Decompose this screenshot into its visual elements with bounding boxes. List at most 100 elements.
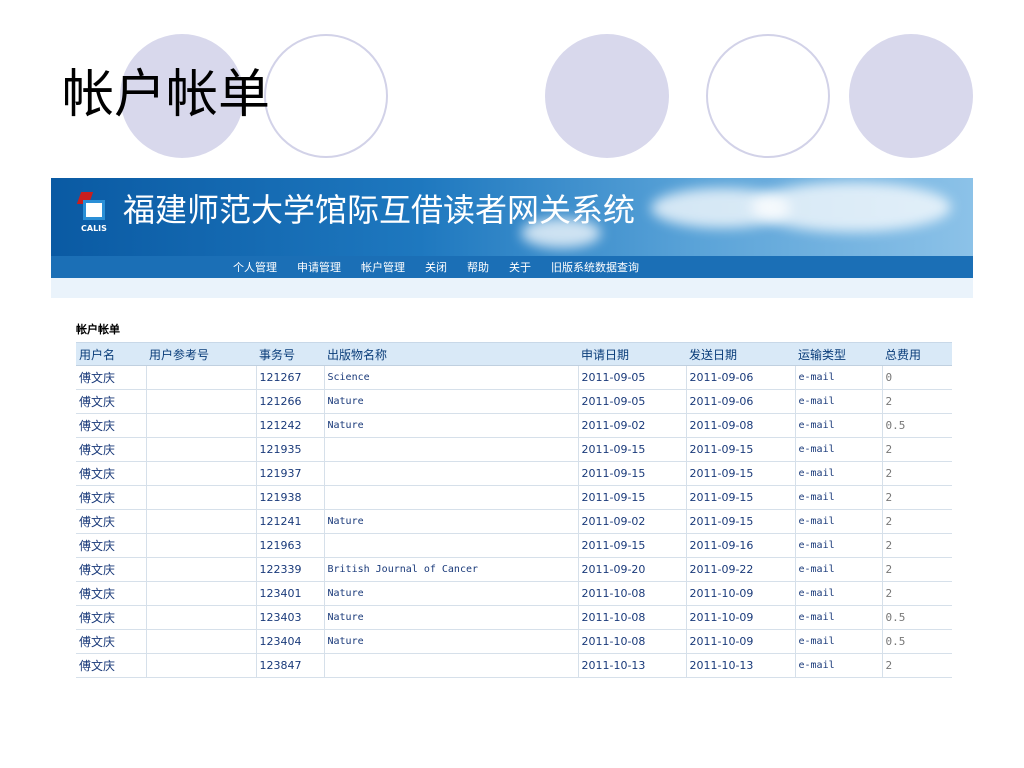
column-header-total-fee: 总费用 bbox=[882, 343, 952, 366]
decor-circle-4 bbox=[706, 34, 830, 158]
table-header-row: 用户名 用户参考号 事务号 出版物名称 申请日期 发送日期 运输类型 总费用 bbox=[76, 343, 952, 366]
cell-user-ref bbox=[146, 605, 257, 630]
cell-total-fee: 0 bbox=[882, 365, 952, 390]
column-header-username: 用户名 bbox=[76, 343, 146, 366]
cell-delivery-type: e-mail bbox=[795, 365, 883, 390]
nav-item-account[interactable]: 帐户管理 bbox=[361, 259, 405, 275]
cell-username: 傅文庆 bbox=[76, 653, 147, 678]
cell-transaction: 121935 bbox=[256, 437, 325, 462]
cell-transaction: 123847 bbox=[256, 653, 325, 678]
cell-user-ref bbox=[146, 653, 257, 678]
nav-item-requests[interactable]: 申请管理 bbox=[297, 259, 341, 275]
cell-total-fee: 2 bbox=[882, 509, 952, 534]
cell-send-date: 2011-09-22 bbox=[686, 557, 796, 582]
cell-delivery-type: e-mail bbox=[795, 437, 883, 462]
cell-user-ref bbox=[146, 581, 257, 606]
nav-item-close[interactable]: 关闭 bbox=[425, 259, 447, 275]
cell-delivery-type: e-mail bbox=[795, 557, 883, 582]
slide-title: 帐户帐单 bbox=[62, 65, 271, 125]
nav-item-about[interactable]: 关于 bbox=[509, 259, 531, 275]
cell-request-date: 2011-10-08 bbox=[578, 629, 687, 654]
column-header-publication: 出版物名称 bbox=[324, 343, 578, 366]
column-header-transaction: 事务号 bbox=[256, 343, 324, 366]
nav-item-help[interactable]: 帮助 bbox=[467, 259, 489, 275]
table-row: 傅文庆 121935 2011-09-15 2011-09-15 e-mail 2 bbox=[76, 437, 952, 462]
cell-total-fee: 2 bbox=[882, 389, 952, 414]
cell-total-fee: 2 bbox=[882, 437, 952, 462]
cell-send-date: 2011-09-06 bbox=[686, 389, 796, 414]
cell-request-date: 2011-09-20 bbox=[578, 557, 687, 582]
cell-publication: Science bbox=[324, 365, 579, 390]
cell-delivery-type: e-mail bbox=[795, 485, 883, 510]
main-nav: 个人管理 申请管理 帐户管理 关闭 帮助 关于 旧版系统数据查询 bbox=[51, 256, 973, 278]
cell-publication: British Journal of Cancer bbox=[324, 557, 579, 582]
column-header-send-date: 发送日期 bbox=[686, 343, 795, 366]
cell-total-fee: 0.5 bbox=[882, 629, 952, 654]
cell-user-ref bbox=[146, 557, 257, 582]
cell-total-fee: 2 bbox=[882, 533, 952, 558]
cell-total-fee: 0.5 bbox=[882, 605, 952, 630]
cell-username: 傅文庆 bbox=[76, 461, 147, 486]
cell-publication bbox=[324, 461, 579, 486]
cell-delivery-type: e-mail bbox=[795, 629, 883, 654]
cell-send-date: 2011-10-09 bbox=[686, 581, 796, 606]
cell-send-date: 2011-09-15 bbox=[686, 461, 796, 486]
section-label: 帐户帐单 bbox=[76, 323, 120, 336]
cell-username: 傅文庆 bbox=[76, 413, 147, 438]
cell-publication: Nature bbox=[324, 389, 579, 414]
cell-request-date: 2011-09-02 bbox=[578, 509, 687, 534]
cell-user-ref bbox=[146, 629, 257, 654]
cell-total-fee: 0.5 bbox=[882, 413, 952, 438]
cell-user-ref bbox=[146, 509, 257, 534]
cell-username: 傅文庆 bbox=[76, 437, 147, 462]
cell-username: 傅文庆 bbox=[76, 605, 147, 630]
cell-total-fee: 2 bbox=[882, 557, 952, 582]
table-row: 傅文庆 121938 2011-09-15 2011-09-15 e-mail 2 bbox=[76, 485, 952, 510]
decor-circle-3 bbox=[545, 34, 669, 158]
table-row: 傅文庆 121242 Nature 2011-09-02 2011-09-08 e-mai… bbox=[76, 413, 952, 438]
cell-request-date: 2011-09-15 bbox=[578, 485, 687, 510]
cell-transaction: 121938 bbox=[256, 485, 325, 510]
table-row: 傅文庆 122339 British Journal of Cancer 2011-0… bbox=[76, 557, 952, 582]
cell-delivery-type: e-mail bbox=[795, 413, 883, 438]
cell-publication bbox=[324, 533, 579, 558]
table-row: 傅文庆 121266 Nature 2011-09-05 2011-09-06 e-mai… bbox=[76, 389, 952, 414]
cell-transaction: 121963 bbox=[256, 533, 325, 558]
table-row: 傅文庆 123404 Nature 2011-10-08 2011-10-09 e-mai… bbox=[76, 629, 952, 654]
cell-publication: Nature bbox=[324, 629, 579, 654]
cell-send-date: 2011-09-15 bbox=[686, 485, 796, 510]
logo-mark-box bbox=[83, 200, 105, 220]
cell-publication bbox=[324, 653, 579, 678]
decor-circle-2 bbox=[264, 34, 388, 158]
cell-user-ref bbox=[146, 485, 257, 510]
cell-user-ref bbox=[146, 389, 257, 414]
cell-publication bbox=[324, 485, 579, 510]
cell-request-date: 2011-10-13 bbox=[578, 653, 687, 678]
table-body: 傅文庆 121267 Science 2011-09-05 2011-09-06 e-ma… bbox=[76, 365, 952, 678]
cell-request-date: 2011-09-05 bbox=[578, 389, 687, 414]
cell-delivery-type: e-mail bbox=[795, 461, 883, 486]
cell-user-ref bbox=[146, 533, 257, 558]
decor-circle-5 bbox=[849, 34, 973, 158]
billing-table-wrap: 用户名 用户参考号 事务号 出版物名称 申请日期 发送日期 运输类型 总费用 傅… bbox=[76, 342, 952, 678]
cell-total-fee: 2 bbox=[882, 461, 952, 486]
cell-user-ref bbox=[146, 437, 257, 462]
cell-request-date: 2011-09-15 bbox=[578, 533, 687, 558]
nav-item-personal[interactable]: 个人管理 bbox=[233, 259, 277, 275]
cell-delivery-type: e-mail bbox=[795, 653, 883, 678]
cell-send-date: 2011-09-06 bbox=[686, 365, 796, 390]
cell-send-date: 2011-10-09 bbox=[686, 629, 796, 654]
cell-total-fee: 2 bbox=[882, 485, 952, 510]
column-header-delivery-type: 运输类型 bbox=[795, 343, 882, 366]
cell-delivery-type: e-mail bbox=[795, 581, 883, 606]
cell-user-ref bbox=[146, 461, 257, 486]
cell-delivery-type: e-mail bbox=[795, 605, 883, 630]
billing-table: 用户名 用户参考号 事务号 出版物名称 申请日期 发送日期 运输类型 总费用 傅… bbox=[76, 343, 952, 678]
cell-send-date: 2011-10-09 bbox=[686, 605, 796, 630]
cell-send-date: 2011-09-16 bbox=[686, 533, 796, 558]
cell-request-date: 2011-09-15 bbox=[578, 437, 687, 462]
cell-transaction: 123404 bbox=[256, 629, 325, 654]
cell-publication: Nature bbox=[324, 413, 579, 438]
cell-publication: Nature bbox=[324, 581, 579, 606]
nav-item-legacy-query[interactable]: 旧版系统数据查询 bbox=[551, 259, 639, 275]
